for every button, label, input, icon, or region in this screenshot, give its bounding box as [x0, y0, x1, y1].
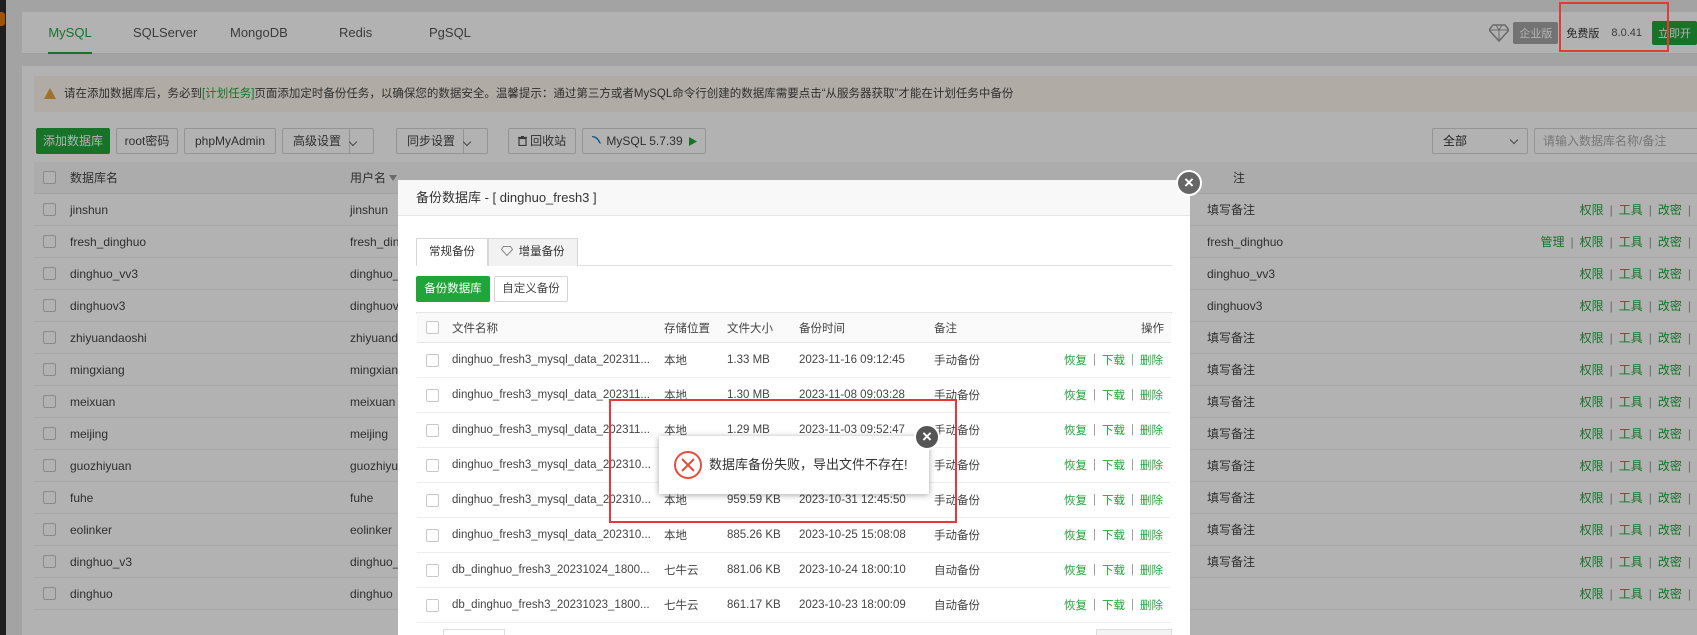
backup-remark: 手动备份: [934, 355, 980, 367]
backup-files-table: 文件名称 存储位置 文件大小 备份时间 备注 操作 dinghuo_fresh3…: [416, 312, 1172, 623]
backup-actions: 恢复 | 下载 | 删除: [1064, 562, 1163, 578]
backup-actions: 恢复 | 下载 | 删除: [1064, 387, 1163, 403]
restore-link[interactable]: 恢复: [1064, 457, 1087, 473]
delete-link[interactable]: 删除: [1140, 597, 1163, 613]
incremental-backup-label: 增量备份: [518, 246, 565, 258]
backup-size: 885.26 KB: [727, 529, 781, 541]
row-checkbox[interactable]: [426, 564, 439, 577]
backup-location: 本地: [664, 355, 687, 367]
restore-link[interactable]: 恢复: [1064, 422, 1087, 438]
restore-link[interactable]: 恢复: [1064, 597, 1087, 613]
delete-link[interactable]: 删除: [1140, 562, 1163, 578]
header-ops: 操作: [1141, 322, 1164, 335]
annotation-box-error: [609, 399, 957, 523]
custom-backup-button[interactable]: 自定义备份: [494, 276, 568, 302]
download-link[interactable]: 下载: [1102, 492, 1125, 508]
backup-time: 2023-10-23 18:00:09: [799, 599, 906, 611]
backup-file-name: db_dinghuo_fresh3_20231024_1800...: [452, 564, 650, 576]
download-link[interactable]: 下载: [1102, 597, 1125, 613]
diamond-icon: [501, 246, 514, 256]
restore-link[interactable]: 恢复: [1064, 527, 1087, 543]
restore-link[interactable]: 恢复: [1064, 492, 1087, 508]
annotation-box-version: [1559, 2, 1669, 52]
download-link[interactable]: 下载: [1102, 527, 1125, 543]
header-remark: 备注: [934, 322, 957, 335]
backup-size: 861.17 KB: [727, 599, 781, 611]
backup-actions: 恢复 | 下载 | 删除: [1064, 352, 1163, 368]
backup-database-button[interactable]: 备份数据库: [416, 276, 490, 302]
backup-remark: 自动备份: [934, 565, 980, 577]
delete-link[interactable]: 删除: [1140, 352, 1163, 368]
select-all-checkbox[interactable]: [426, 321, 439, 334]
backup-actions: 恢复 | 下载 | 删除: [1064, 457, 1163, 473]
pagination-left: [443, 629, 505, 635]
tab-normal-backup[interactable]: 常规备份: [416, 238, 488, 266]
backup-time: 2023-11-16 09:12:45: [799, 354, 905, 366]
row-checkbox[interactable]: [426, 389, 439, 402]
backup-remark: 手动备份: [934, 530, 980, 542]
header-file-name: 文件名称: [452, 322, 498, 335]
modal-close-button[interactable]: ×: [1176, 170, 1202, 196]
backup-size: 1.33 MB: [727, 354, 770, 366]
download-link[interactable]: 下载: [1102, 562, 1125, 578]
restore-link[interactable]: 恢复: [1064, 387, 1087, 403]
backup-location: 本地: [664, 530, 687, 542]
restore-link[interactable]: 恢复: [1064, 562, 1087, 578]
backup-row: db_dinghuo_fresh3_20231023_1800... 七牛云 861…: [417, 588, 1171, 623]
backup-file-name: dinghuo_fresh3_mysql_data_202310...: [452, 529, 651, 541]
download-link[interactable]: 下载: [1102, 387, 1125, 403]
download-link[interactable]: 下载: [1102, 422, 1125, 438]
download-link[interactable]: 下载: [1102, 352, 1125, 368]
backup-actions: 恢复 | 下载 | 删除: [1064, 527, 1163, 543]
header-location: 存储位置: [664, 322, 710, 335]
tab-incremental-backup[interactable]: 增量备份: [488, 238, 578, 266]
backup-time: 2023-10-24 18:00:10: [799, 564, 906, 576]
header-backup-time: 备份时间: [799, 322, 845, 335]
delete-link[interactable]: 删除: [1140, 422, 1163, 438]
row-checkbox[interactable]: [426, 424, 439, 437]
backup-row: db_dinghuo_fresh3_20231024_1800... 七牛云 881…: [417, 553, 1171, 588]
header-size: 文件大小: [727, 322, 773, 335]
backup-row: dinghuo_fresh3_mysql_data_202311... 本地 1.3…: [417, 343, 1171, 378]
delete-link[interactable]: 删除: [1140, 457, 1163, 473]
backup-time: 2023-10-25 15:08:08: [799, 529, 906, 541]
row-checkbox[interactable]: [426, 354, 439, 367]
backup-row: dinghuo_fresh3_mysql_data_202310... 本地 885…: [417, 518, 1171, 553]
download-link[interactable]: 下载: [1102, 457, 1125, 473]
backup-size: 881.06 KB: [727, 564, 781, 576]
backup-remark: 自动备份: [934, 600, 980, 612]
delete-link[interactable]: 删除: [1140, 387, 1163, 403]
delete-link[interactable]: 删除: [1140, 492, 1163, 508]
backup-actions: 恢复 | 下载 | 删除: [1064, 492, 1163, 508]
pagination-right: [1096, 629, 1172, 635]
row-checkbox[interactable]: [426, 599, 439, 612]
backup-type-tabs: 常规备份 增量备份: [416, 238, 1172, 266]
modal-title: 备份数据库 - [ dinghuo_fresh3 ]: [398, 180, 1190, 216]
backup-actions: 恢复 | 下载 | 删除: [1064, 597, 1163, 613]
row-checkbox[interactable]: [426, 459, 439, 472]
backup-actions: 恢复 | 下载 | 删除: [1064, 422, 1163, 438]
backup-table-header: 文件名称 存储位置 文件大小 备份时间 备注 操作: [417, 313, 1171, 343]
delete-link[interactable]: 删除: [1140, 527, 1163, 543]
row-checkbox[interactable]: [426, 494, 439, 507]
backup-location: 七牛云: [664, 565, 699, 577]
backup-file-name: db_dinghuo_fresh3_20231023_1800...: [452, 599, 650, 611]
backup-file-name: dinghuo_fresh3_mysql_data_202311...: [452, 354, 650, 366]
row-checkbox[interactable]: [426, 529, 439, 542]
restore-link[interactable]: 恢复: [1064, 352, 1087, 368]
backup-location: 七牛云: [664, 600, 699, 612]
